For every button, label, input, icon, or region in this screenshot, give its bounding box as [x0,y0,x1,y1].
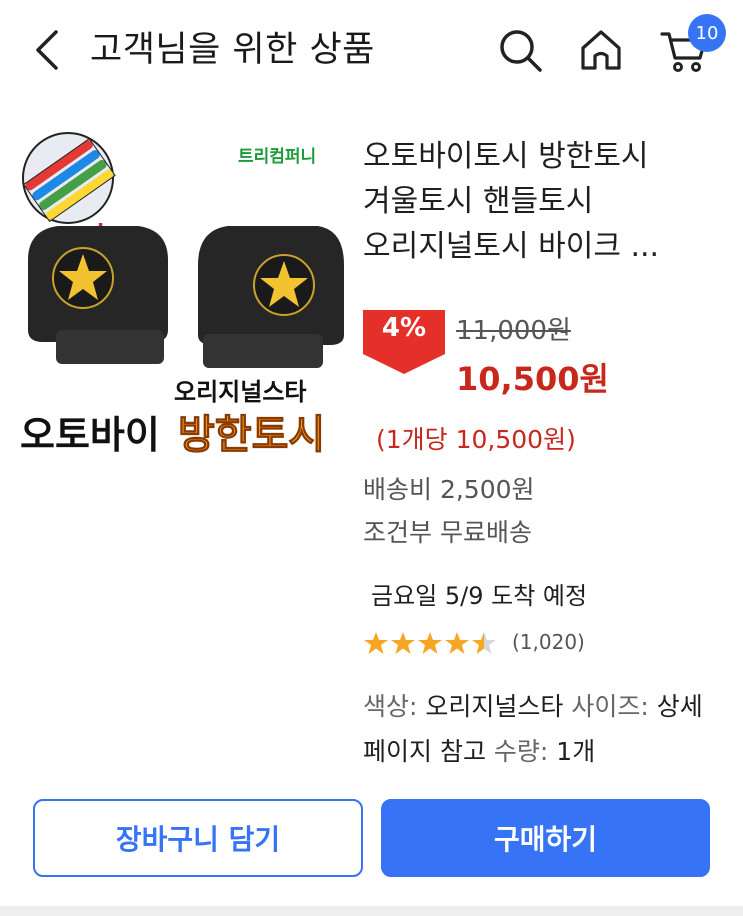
half-star-icon [472,632,496,654]
star-icon [391,632,415,654]
product-title-line: 오토바이토시 방한토시 [363,139,649,174]
size-label: 사이즈: [571,692,649,721]
original-price: 11,000원 [456,316,571,346]
option-summary: 색상: 오리지널스타 사이즈: 상세페이지 참고 수량: 1개 [363,684,723,774]
product-title-line: 겨울토시 핸들토시 [363,184,594,219]
buy-now-button[interactable]: 구매하기 [381,799,710,877]
star-icon [418,632,442,654]
left-muff-illustration [28,226,168,364]
shipping-condition: 조건부 무료배송 [363,518,532,547]
star-icon [364,632,388,654]
product-title[interactable]: 오토바이토시 방한토시 겨울토시 핸들토시 오리지널토시 바이크 ... [363,134,723,269]
review-count[interactable]: (1,020) [512,630,585,654]
page-title: 고객님을 위한 상품 [90,30,375,70]
arrival-date: 금요일 5/9 도착 예정 [371,582,588,610]
image-caption-right: 방한토시 [178,412,325,458]
bottom-divider [0,906,743,916]
search-icon[interactable] [494,24,546,76]
brand-label: 트리컴퍼니 [238,146,316,167]
handle-grips-illustration [22,132,116,224]
star-icon [445,632,469,654]
color-value: 오리지널스타 [425,692,564,721]
cart-count-badge: 10 [688,14,726,52]
right-muff-illustration [198,226,344,368]
top-bar: 고객님을 위한 상품 10 [0,0,743,100]
image-caption-left: 오토바이 [20,413,160,457]
quantity-value: 1개 [556,737,596,766]
back-arrow-icon[interactable] [28,22,68,78]
color-label: 색상: [363,692,418,721]
rating-stars [364,632,496,654]
home-icon[interactable] [575,24,627,76]
quantity-label: 수량: [493,737,549,766]
product-title-line: 오리지널토시 바이크 ... [363,229,660,264]
unit-price: (1개당 10,500원) [376,425,576,454]
sale-price: 10,500원 [456,360,609,398]
add-to-cart-button[interactable]: 장바구니 담기 [33,799,363,877]
image-caption-top: 오리지널스타 [174,378,306,406]
discount-percent: 4% [381,313,427,343]
product-image[interactable]: 트리컴퍼니 + 오리지널스타 오토바이 방한토시 [18,130,348,470]
shipping-fee: 배송비 2,500원 [363,475,535,504]
